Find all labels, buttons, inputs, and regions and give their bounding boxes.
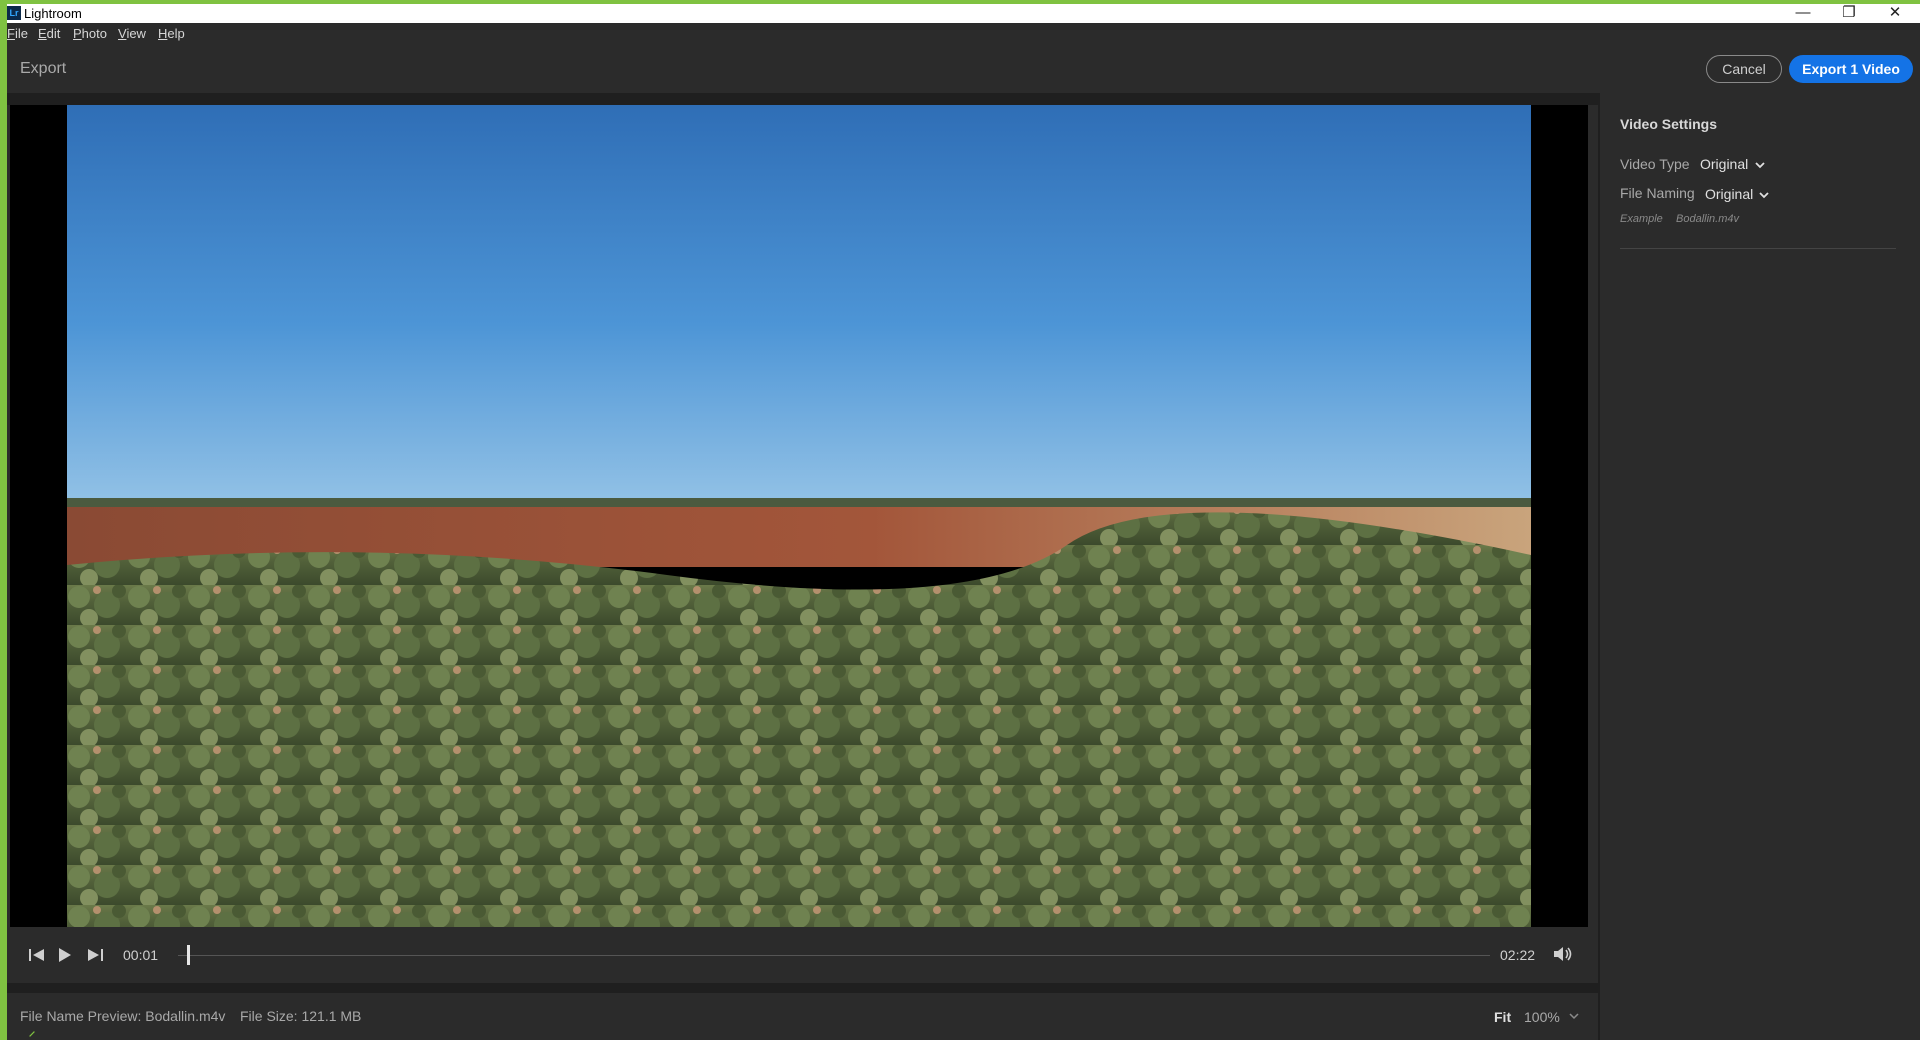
menu-edit-label: dit [46, 26, 61, 41]
total-time: 02:22 [1500, 947, 1536, 963]
play-icon[interactable] [58, 947, 72, 963]
restore-icon[interactable]: ❐ [1826, 4, 1872, 23]
video-viewer[interactable] [10, 105, 1588, 927]
title-bar: Lr Lightroom — ❐ ✕ [0, 4, 1920, 23]
file-naming-dropdown[interactable]: Original [1705, 186, 1753, 202]
volume-icon[interactable] [1553, 945, 1573, 963]
export-video-button[interactable]: Export 1 Video [1789, 55, 1913, 83]
viewer-footer: File Name Preview: Bodallin.m4v File Siz… [0, 993, 1598, 1040]
cancel-button[interactable]: Cancel [1706, 55, 1782, 83]
menu-help[interactable]: Help [158, 26, 185, 41]
menu-edit-mnemonic: E [38, 26, 47, 41]
divider [0, 93, 1600, 105]
fit-zoom-button[interactable]: Fit [1494, 1009, 1511, 1025]
menu-view[interactable]: View [118, 26, 146, 41]
menu-help-label: elp [167, 26, 185, 41]
zoom-level[interactable]: 100% [1524, 1009, 1560, 1025]
panel-title: Video Settings [1620, 116, 1717, 132]
close-icon[interactable]: ✕ [1872, 4, 1918, 23]
divider [0, 983, 1600, 993]
next-frame-icon[interactable] [86, 947, 104, 963]
video-settings-panel: Video Settings Video Type Original File … [1600, 93, 1920, 1040]
file-naming-label: File Naming [1620, 185, 1695, 201]
menu-edit[interactable]: Edit [38, 26, 60, 41]
file-size: File Size: 121.1 MB [240, 1008, 362, 1024]
menu-help-mnemonic: H [158, 26, 168, 41]
divider [1620, 248, 1896, 249]
export-toolbar: Export Cancel Export 1 Video [0, 45, 1920, 93]
menu-view-label: iew [126, 26, 146, 41]
menu-file[interactable]: File [7, 26, 28, 41]
example-label: Example [1620, 213, 1663, 225]
chevron-down-icon[interactable] [1568, 1011, 1580, 1021]
menu-photo-label: hoto [81, 26, 107, 41]
playback-controls: 00:01 02:22 [10, 927, 1588, 983]
chevron-down-icon[interactable] [1758, 190, 1770, 200]
video-type-dropdown[interactable]: Original [1700, 156, 1748, 172]
page-title: Export [20, 60, 67, 77]
video-type-label: Video Type [1620, 156, 1690, 172]
menu-photo[interactable]: Photo [73, 26, 107, 41]
video-preview-image [67, 105, 1531, 927]
current-time: 00:01 [123, 947, 159, 963]
menu-photo-mnemonic: P [73, 26, 82, 41]
menu-file-label: ile [14, 26, 28, 41]
minimize-icon[interactable]: — [1780, 4, 1826, 23]
window-title: Lightroom [24, 6, 82, 21]
menu-file-mnemonic: F [7, 26, 15, 41]
menu-bar: File Edit Photo View Help [0, 23, 1920, 45]
playhead-handle[interactable] [187, 945, 191, 965]
chevron-down-icon[interactable] [1754, 160, 1766, 170]
app-logo-icon: Lr [7, 6, 21, 20]
timeline-scrubber[interactable] [178, 955, 1490, 956]
file-name-preview: File Name Preview: Bodallin.m4v [20, 1008, 226, 1024]
example-filename: Bodallin.m4v [1676, 213, 1739, 225]
previous-frame-icon[interactable] [28, 947, 46, 963]
edit-indicator-icon [29, 1031, 35, 1037]
